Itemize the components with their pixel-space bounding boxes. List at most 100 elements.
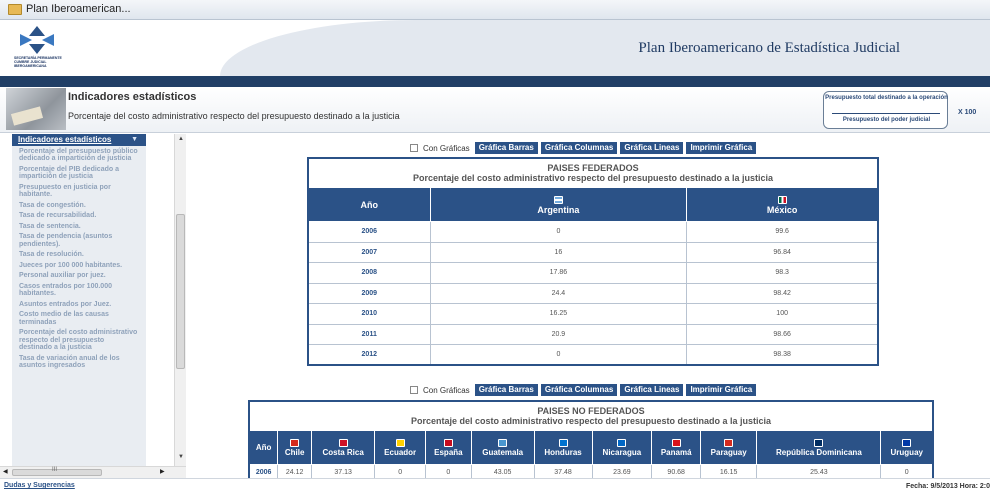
table-caption-title: PAISES FEDERADOS (547, 163, 639, 173)
value-cell: 0 (429, 221, 688, 243)
site-header: SECRETARÍA PERMANENTE CUMBRE JUDICIAL IB… (0, 20, 990, 76)
sidebar-item-costo-administrativo[interactable]: Porcentaje del costo administrativo resp… (12, 328, 146, 354)
sidebar-item-costo-medio[interactable]: Costo medio de las causas terminadas (12, 310, 146, 328)
table-row: 2006 0 99.6 (307, 221, 879, 243)
year-cell: 2011 (307, 323, 431, 345)
scrollbar-thumb[interactable] (176, 214, 185, 369)
country-flag-icon (558, 439, 568, 448)
value-cell: 96.84 (686, 241, 879, 263)
con-graficas-checkbox[interactable] (410, 386, 418, 394)
country-name: República Dominicana (775, 447, 862, 457)
no-federados-table: PAISES NO FEDERADOS Porcentaje del costo… (248, 400, 934, 478)
country-flag-icon (338, 439, 348, 448)
mexico-flag-icon (777, 196, 787, 205)
column-header-country: Panamá (651, 430, 702, 465)
value-cell: 100 (686, 303, 879, 325)
country-name: Guatemala (482, 447, 524, 457)
grafica-lineas-button[interactable]: Gráfica Lineas (620, 384, 684, 396)
year-cell: 2007 (307, 241, 431, 263)
country-name: España (434, 447, 463, 457)
value-cell: 98.38 (686, 344, 879, 366)
imprimir-grafica-button[interactable]: Imprimir Gráfica (686, 142, 757, 154)
country-name: Uruguay (890, 447, 923, 457)
table-row: 2012 0 98.38 (307, 344, 879, 366)
sidebar-item-sentencia[interactable]: Tasa de sentencia. (12, 221, 146, 232)
table-row: 2008 17.86 98.3 (307, 262, 879, 284)
federados-table: PAISES FEDERADOS Porcentaje del costo ad… (307, 157, 879, 366)
chevron-down-icon[interactable]: ▼ (131, 136, 138, 143)
value-cell: 99.6 (686, 221, 879, 243)
sidebar-item-resolucion[interactable]: Tasa de resolución. (12, 250, 146, 261)
sidebar-item-casos-entrados[interactable]: Casos entrados por 100.000 habitantes. (12, 281, 146, 299)
formula-numerator: Presupuesto total destinado a la operaci… (825, 95, 948, 101)
year-cell: 2006 (248, 464, 279, 478)
logo-text: SECRETARÍA PERMANENTE CUMBRE JUDICIAL IB… (14, 56, 62, 68)
con-graficas-label: Con Gráficas (423, 385, 470, 395)
table-caption: PAISES NO FEDERADOS Porcentaje del costo… (249, 401, 933, 431)
sidebar-item-recursabilidad[interactable]: Tasa de recursabilidad. (12, 211, 146, 222)
column-header-country: Honduras (533, 430, 593, 465)
value-cell: 24.4 (429, 282, 688, 304)
table-caption: PAISES FEDERADOS Porcentaje del costo ad… (308, 158, 878, 188)
menu-header-label: Indicadores estadísticos (18, 135, 112, 144)
value-cell: 43.05 (470, 464, 535, 478)
formula-denominator: Presupuesto del poder judicial (842, 117, 931, 123)
grafica-columnas-button[interactable]: Gráfica Columnas (540, 142, 618, 154)
no-federados-table-body: 2006 24.12 37.13 0 0 43.05 37.48 23.69 90.68 16.1… (248, 464, 934, 478)
country-flag-icon (617, 439, 627, 448)
sidebar-item-pib[interactable]: Porcentaje del PIB dedicado a impartició… (12, 164, 146, 182)
value-cell: 90.68 (651, 464, 702, 478)
value-cell: 20.9 (429, 323, 688, 345)
country-name: Argentina (537, 204, 580, 215)
date-time-stamp: Fecha: 9/5/2013 Hora: 2:0 (905, 483, 990, 490)
country-flag-icon (395, 439, 405, 448)
chart-toolbar-no-federados: Con Gráficas Gráfica Barras Gráfica Colu… (410, 384, 757, 396)
section-thumbnail-image (6, 88, 66, 130)
column-header-country: España (424, 430, 472, 465)
window-title: Plan Iberoamerican... (26, 3, 131, 15)
sidebar-item-presupuesto-publico[interactable]: Porcentaje del presupuesto público dedic… (12, 146, 146, 164)
value-cell: 23.69 (591, 464, 653, 478)
section-title: Indicadores estadísticos (68, 91, 197, 103)
country-name: Panamá (660, 447, 692, 457)
column-header-country: Uruguay (880, 430, 934, 465)
imprimir-grafica-button[interactable]: Imprimir Gráfica (686, 384, 757, 396)
grafica-barras-button[interactable]: Gráfica Barras (474, 384, 538, 396)
value-cell: 16 (429, 241, 688, 263)
sidebar-item-asuntos-entrados[interactable]: Asuntos entrados por Juez. (12, 299, 146, 310)
table-row: 2010 16.25 100 (307, 303, 879, 325)
column-header-country: Paraguay (700, 430, 758, 465)
column-header-argentina: Argentina (429, 187, 688, 222)
con-graficas-checkbox[interactable] (410, 144, 418, 152)
grafica-lineas-button[interactable]: Gráfica Lineas (620, 142, 684, 154)
sidebar-item-congestion[interactable]: Tasa de congestión. (12, 200, 146, 211)
federados-table-body: 2006 0 99.6 2007 16 96.84 2008 17.86 98.3 2009 24.… (307, 221, 879, 366)
sidebar-item-jueces[interactable]: Jueces por 100 000 habitantes. (12, 260, 146, 271)
scroll-up-icon[interactable]: ▲ (178, 136, 184, 142)
column-header-country: Chile (277, 430, 312, 465)
value-cell: 98.42 (686, 282, 879, 304)
table-caption-subtitle: Porcentaje del costo administrativo resp… (412, 173, 774, 183)
header-divider-band (0, 76, 990, 87)
column-header-year: Año (248, 430, 279, 465)
value-cell: 37.48 (533, 464, 593, 478)
country-name: Costa Rica (322, 447, 364, 457)
sidebar-item-variacion-anual[interactable]: Tasa de variación anual de los asuntos i… (12, 353, 146, 371)
sidebar-item-personal-auxiliar[interactable]: Personal auxiliar por juez. (12, 271, 146, 282)
country-flag-icon (498, 439, 508, 448)
table-row: 2007 16 96.84 (307, 241, 879, 263)
sidebar-item-pendencia[interactable]: Tasa de pendencia (asuntos pendientes). (12, 232, 146, 250)
year-cell: 2009 (307, 282, 431, 304)
grafica-barras-button[interactable]: Gráfica Barras (474, 142, 538, 154)
menu-header[interactable]: Indicadores estadísticos ▼ (12, 134, 146, 146)
column-header-country: República Dominicana (756, 430, 882, 465)
formula-box: Presupuesto total destinado a la operaci… (823, 91, 948, 129)
country-name: Ecuador (384, 447, 417, 457)
grafica-columnas-button[interactable]: Gráfica Columnas (540, 384, 618, 396)
year-cell: 2010 (307, 303, 431, 325)
con-graficas-label: Con Gráficas (423, 143, 470, 153)
dudas-sugerencias-link[interactable]: Dudas y Sugerencias (4, 482, 75, 489)
sidebar-item-presupuesto-habitante[interactable]: Presupuesto en justicia por habitante. (12, 182, 146, 200)
column-header-country: Guatemala (470, 430, 535, 465)
year-cell: 2006 (307, 221, 431, 243)
